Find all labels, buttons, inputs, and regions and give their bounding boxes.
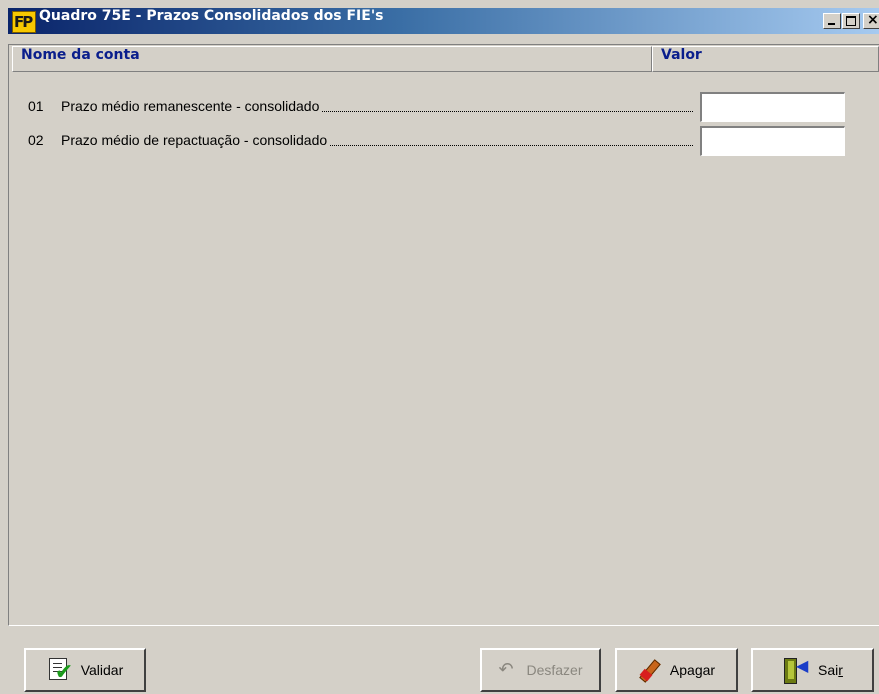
close-button[interactable]: ×: [863, 12, 879, 29]
row-label-text: Prazo médio de repactuação - consolidado: [61, 132, 328, 148]
validate-sheet-check-icon: ✔: [47, 656, 75, 685]
prazo-repactuacao-input[interactable]: [700, 126, 845, 156]
validar-button[interactable]: ✔ Validar: [24, 648, 146, 692]
table-row: 02 Prazo médio de repactuação - consolida…: [28, 126, 848, 156]
prazo-remanescente-input[interactable]: [700, 92, 845, 122]
fp-app-icon[interactable]: FP: [12, 11, 36, 33]
sair-label: Sair: [818, 662, 843, 678]
table-header: Nome da conta Valor: [12, 46, 879, 72]
desfazer-button[interactable]: ↶ Desfazer: [480, 648, 601, 692]
table-row: 01 Prazo médio remanescente - consolidado: [28, 92, 848, 122]
close-icon: ×: [867, 12, 879, 28]
row-number: 01: [28, 98, 44, 114]
row-label: 02 Prazo médio de repactuação - consolida…: [28, 132, 693, 150]
row-label-text: Prazo médio remanescente - consolidado: [61, 98, 320, 114]
desfazer-label: Desfazer: [526, 662, 583, 678]
undo-arrow-icon: ↶: [498, 659, 514, 680]
window-title: Quadro 75E - Prazos Consolidados dos FIE…: [39, 8, 384, 24]
title-bar[interactable]: FP Quadro 75E - Prazos Consolidados dos …: [8, 8, 879, 34]
column-header-value: Valor: [652, 46, 879, 72]
eraser-brush-icon: [638, 657, 664, 683]
apagar-label: Apagar: [669, 662, 716, 678]
sair-button[interactable]: ◀ Sair: [751, 648, 874, 692]
row-number: 02: [28, 132, 44, 148]
maximize-button[interactable]: [842, 13, 860, 29]
row-label: 01 Prazo médio remanescente - consolidado: [28, 98, 693, 116]
column-header-name: Nome da conta: [12, 46, 652, 72]
minimize-button[interactable]: [823, 13, 841, 29]
apagar-button[interactable]: Apagar: [615, 648, 738, 692]
validar-label: Validar: [80, 662, 124, 678]
app-window: FP Quadro 75E - Prazos Consolidados dos …: [0, 0, 879, 694]
exit-door-icon: ◀: [782, 656, 812, 684]
